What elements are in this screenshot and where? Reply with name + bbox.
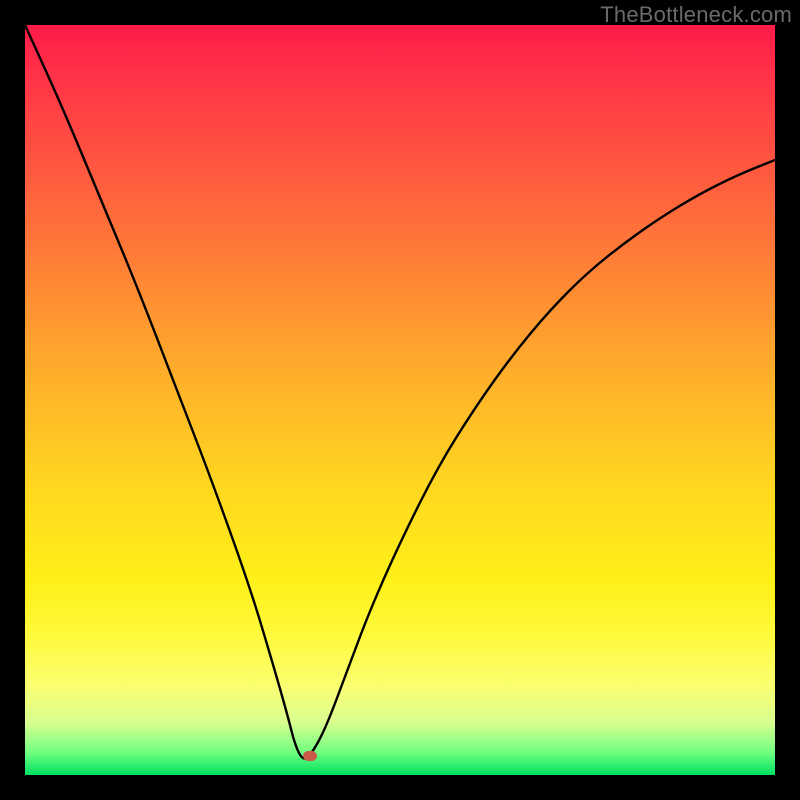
minimum-marker bbox=[303, 751, 317, 761]
watermark-text: TheBottleneck.com bbox=[600, 2, 792, 28]
chart-frame: TheBottleneck.com bbox=[0, 0, 800, 800]
bottleneck-curve bbox=[25, 25, 775, 775]
plot-area bbox=[25, 25, 775, 775]
